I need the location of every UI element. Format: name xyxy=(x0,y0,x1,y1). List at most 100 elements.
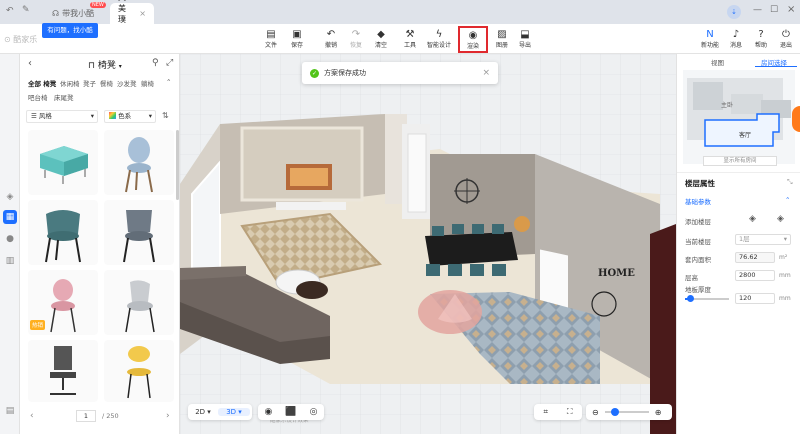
render-button[interactable]: ◉ 渲染 xyxy=(458,26,488,53)
category-bench[interactable]: 床尾凳 xyxy=(54,92,74,102)
eye-icon[interactable]: ◉ xyxy=(265,407,273,417)
tab-view[interactable]: 视图 xyxy=(711,57,724,67)
expand-icon[interactable]: ⤢ xyxy=(166,58,173,68)
minimize-icon[interactable]: — xyxy=(753,5,762,15)
view-options: ◉ ⬛ ◎ xyxy=(258,404,324,420)
view-2d-button[interactable]: 2D ▾ xyxy=(188,408,218,416)
chevron-up-icon[interactable]: ⌃ xyxy=(166,78,171,86)
tab-bar: ↶ ✎ ☊ 带我小酷 NEW 天美璞庭 × ⇣ — ☐ × xyxy=(0,0,800,35)
pin-icon[interactable]: ✎ xyxy=(22,5,30,15)
search-icon[interactable]: ⚲ xyxy=(152,58,159,68)
next-page-icon[interactable]: › xyxy=(166,411,170,421)
style-filter[interactable]: ☰ 风格 ▾ xyxy=(26,110,98,123)
sort-icon[interactable]: ⇅ xyxy=(162,111,169,120)
chair-icon xyxy=(125,280,155,333)
room-label-living-room: 客厅 xyxy=(739,132,752,139)
category-stool[interactable]: 凳子 xyxy=(83,78,96,88)
zoom-out-icon[interactable]: ⊖ xyxy=(592,408,599,417)
prev-page-icon[interactable]: ‹ xyxy=(30,411,34,421)
update-icon[interactable]: ⇣ xyxy=(727,5,741,19)
fit-view-icon[interactable]: ⛶ xyxy=(567,407,573,417)
help-bubble[interactable]: 有问题，找小酷 xyxy=(42,23,98,38)
undo-icon: ↶ xyxy=(326,29,336,40)
color-filter[interactable]: 色系 ▾ xyxy=(104,110,156,123)
exit-icon: ⏻ xyxy=(782,29,790,40)
redo-icon: ↷ xyxy=(351,29,361,40)
redo-button[interactable]: ↷ 恢复 xyxy=(343,27,369,51)
furniture-icon[interactable]: ▦ xyxy=(3,210,17,224)
tab-project[interactable]: 天美璞庭 × xyxy=(110,0,154,35)
product-chair-yellow[interactable] xyxy=(104,340,174,402)
palette-icon xyxy=(109,112,116,119)
category-dining-chair[interactable]: 餐椅 xyxy=(100,78,113,88)
compass-icon[interactable]: ◎ xyxy=(310,407,318,417)
building-icon[interactable]: ▥ xyxy=(3,254,17,268)
collapse-icon[interactable]: ⤡ xyxy=(787,178,793,187)
page-input[interactable]: 1 xyxy=(76,410,96,422)
product-ottoman[interactable] xyxy=(28,130,98,195)
current-floor-label: 当前楼层 xyxy=(685,238,711,246)
question-icon: ? xyxy=(758,29,764,40)
floor-props-title: 楼层属性 xyxy=(685,179,715,188)
category-lounge-chair[interactable]: 躺椅 xyxy=(141,78,154,88)
indoor-area-field[interactable]: 76.62 xyxy=(735,252,775,263)
wall-text: HOME xyxy=(598,268,635,279)
maximize-icon[interactable]: ☐ xyxy=(770,5,778,15)
add-floor-above-icon[interactable]: ◈ xyxy=(749,214,756,224)
smart-design-button[interactable]: ϟ 智能设计 xyxy=(422,27,456,51)
tab-guide[interactable]: ☊ 带我小酷 NEW xyxy=(44,2,106,24)
main-toolbar: ⊙ 酷家乐 ▤ 文件 ▣ 保存 ↶ 撤销 ↷ 恢复 ◆ 清空 ⚒ 工具 ϟ 智能设计 ◉ 渲染 … xyxy=(0,24,800,54)
category-bar-chair[interactable]: 吧台椅 xyxy=(28,92,48,102)
close-icon[interactable]: × xyxy=(139,9,146,18)
save-button[interactable]: ▣ 保存 xyxy=(284,27,310,51)
add-floor-below-icon[interactable]: ◈ xyxy=(777,214,784,224)
chair-icon xyxy=(50,346,76,395)
slab-thickness-slider[interactable] xyxy=(685,295,729,302)
messages-button[interactable]: ♪ 消息 xyxy=(723,27,749,51)
clear-button[interactable]: ◆ 清空 xyxy=(368,27,394,51)
box-icon[interactable]: ⬛ xyxy=(285,407,296,417)
catalog-scrollbar[interactable] xyxy=(176,130,179,200)
product-chair-lightgrey[interactable] xyxy=(104,270,174,335)
floorplan-minimap[interactable]: 主卧 客厅 xyxy=(683,70,795,164)
user-icon[interactable]: ● xyxy=(3,232,17,246)
product-chair-pink[interactable]: 热销 xyxy=(28,270,98,335)
current-floor-select[interactable]: 1层 ▾ xyxy=(735,234,791,245)
toast-close-icon[interactable]: × xyxy=(482,68,490,78)
help-button[interactable]: ? 帮助 xyxy=(748,27,774,51)
camera-settings-icon[interactable]: ⌗ xyxy=(543,407,548,417)
category-all[interactable]: 全部 椅凳 xyxy=(28,78,56,88)
keyboard-icon[interactable]: ▤ xyxy=(3,404,17,418)
product-chair-grey[interactable] xyxy=(104,200,174,265)
new-features-button[interactable]: N 新功能 xyxy=(697,27,723,51)
category-leisure-chair[interactable]: 休闲椅 xyxy=(60,78,80,88)
check-circle-icon: ✓ xyxy=(310,68,319,78)
product-armchair-green[interactable] xyxy=(28,200,98,265)
floating-badge[interactable] xyxy=(792,106,800,132)
panel-title[interactable]: ⊓ 椅凳 ▾ xyxy=(88,58,122,71)
file-button[interactable]: ▤ 文件 xyxy=(258,27,284,51)
product-chair-blue[interactable] xyxy=(104,130,174,195)
view-3d-button[interactable]: 3D ▾ xyxy=(218,408,250,416)
tools-button[interactable]: ⚒ 工具 xyxy=(397,27,423,51)
category-sofa-stool[interactable]: 沙发凳 xyxy=(117,78,137,88)
floor-height-field[interactable]: 2800 xyxy=(735,270,775,281)
floor-height-label: 层高 xyxy=(685,274,698,282)
slab-slider-handle[interactable] xyxy=(687,295,695,302)
basic-params-header[interactable]: 基础参数 ⌃ xyxy=(685,196,790,206)
exit-button[interactable]: ⏻ 退出 xyxy=(773,27,799,51)
properties-panel: 视图 房间选择 主卧 客厅 显示所有房间 楼层属性 ⤡ 基础参数 ⌃ 添加楼层 ◈… xyxy=(676,54,800,434)
window-close-icon[interactable]: × xyxy=(787,4,795,15)
product-office-chair[interactable] xyxy=(28,340,98,402)
undo-button[interactable]: ↶ 撤销 xyxy=(318,27,344,51)
show-all-rooms-button[interactable]: 显示所有房间 xyxy=(703,156,777,166)
back-arrow-icon[interactable]: ‹ xyxy=(28,58,32,69)
zoom-slider-handle[interactable] xyxy=(610,408,619,416)
export-button[interactable]: ⬓ 导出 xyxy=(512,27,538,51)
cube-icon[interactable]: ◈ xyxy=(3,190,17,204)
3d-viewport[interactable]: HOME 酷家乐设计效果 2D ▾ 3D ▾ ◉ ⬛ ◎ ⌗ ⛶ ⊖ ⊕ xyxy=(180,54,676,434)
zoom-in-icon[interactable]: ⊕ xyxy=(655,408,662,417)
slab-thickness-field[interactable]: 120 xyxy=(735,293,775,304)
back-icon[interactable]: ↶ xyxy=(6,6,14,16)
zoom-slider[interactable] xyxy=(604,408,649,416)
